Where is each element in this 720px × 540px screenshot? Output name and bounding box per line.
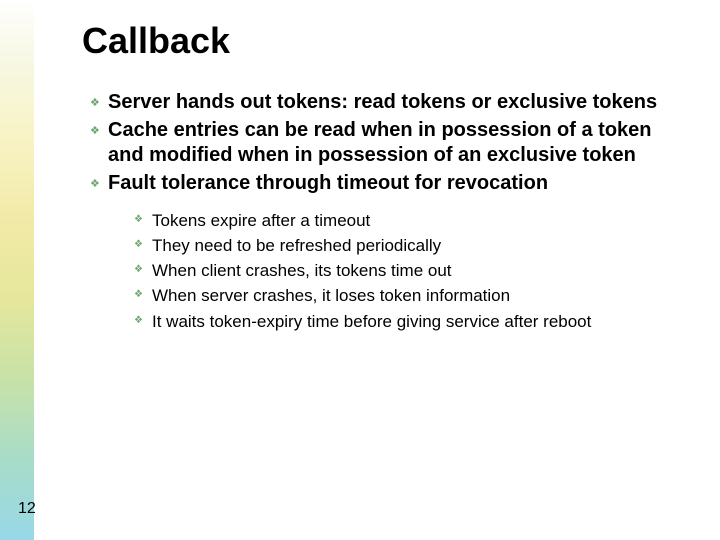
diamond-icon: ❖ [90, 177, 108, 190]
content-area: ❖ Server hands out tokens: read tokens o… [90, 90, 690, 336]
sub-bullet-text: When client crashes, its tokens time out [152, 260, 690, 281]
bullet-text: Fault tolerance through timeout for revo… [108, 171, 690, 195]
diamond-icon: ❖ [134, 315, 152, 326]
sub-bullet-item: ❖ Tokens expire after a timeout [134, 210, 690, 231]
sub-bullet-item: ❖ When server crashes, it loses token in… [134, 285, 690, 306]
diamond-icon: ❖ [90, 124, 108, 137]
diamond-icon: ❖ [134, 239, 152, 250]
slide-title: Callback [82, 20, 230, 62]
bullet-item: ❖ Fault tolerance through timeout for re… [90, 171, 690, 195]
page-number: 12 [18, 500, 36, 518]
sub-bullet-text: Tokens expire after a timeout [152, 210, 690, 231]
diamond-icon: ❖ [134, 264, 152, 275]
decorative-gradient-band [0, 0, 35, 540]
diamond-icon: ❖ [134, 289, 152, 300]
sub-bullet-list: ❖ Tokens expire after a timeout ❖ They n… [134, 210, 690, 332]
diamond-icon: ❖ [134, 214, 152, 225]
sub-bullet-item: ❖ They need to be refreshed periodically [134, 235, 690, 256]
sub-bullet-item: ❖ When client crashes, its tokens time o… [134, 260, 690, 281]
sub-bullet-text: They need to be refreshed periodically [152, 235, 690, 256]
bullet-text: Server hands out tokens: read tokens or … [108, 90, 690, 114]
bullet-text: Cache entries can be read when in posses… [108, 118, 690, 167]
sub-bullet-item: ❖ It waits token-expiry time before givi… [134, 311, 690, 332]
diamond-icon: ❖ [90, 96, 108, 109]
bullet-item: ❖ Cache entries can be read when in poss… [90, 118, 690, 167]
sub-bullet-text: When server crashes, it loses token info… [152, 285, 690, 306]
slide: Callback ❖ Server hands out tokens: read… [0, 0, 720, 540]
sub-bullet-text: It waits token-expiry time before giving… [152, 311, 690, 332]
bullet-item: ❖ Server hands out tokens: read tokens o… [90, 90, 690, 114]
